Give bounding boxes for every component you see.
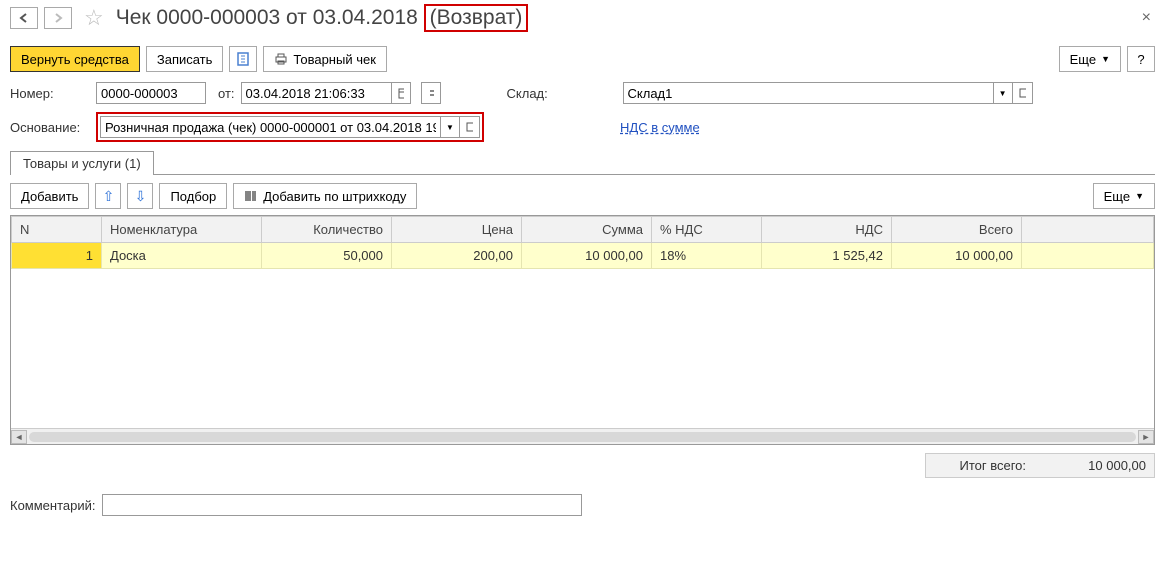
cell-sum[interactable]: 10 000,00 — [522, 243, 652, 269]
barcode-button[interactable]: Добавить по штрихкоду — [233, 183, 417, 209]
nav-back-button[interactable] — [10, 7, 38, 29]
open-icon — [1019, 88, 1026, 98]
close-button[interactable]: × — [1138, 9, 1155, 27]
nds-link[interactable]: НДС в сумме — [620, 120, 700, 135]
more-label: Еще — [1070, 52, 1096, 67]
move-up-button[interactable]: ⇧ — [95, 183, 121, 209]
chevron-down-icon: ▼ — [1101, 54, 1110, 64]
comment-row: Комментарий: — [10, 494, 1155, 516]
arrow-down-icon: ⇩ — [135, 188, 147, 205]
warehouse-label: Склад: — [507, 86, 567, 101]
col-vat-rate[interactable]: % НДС — [652, 217, 762, 243]
title-suffix-highlight: (Возврат) — [424, 4, 529, 32]
total-label: Итог всего: — [959, 458, 1026, 473]
warehouse-combo: ▼ — [623, 82, 1033, 104]
number-label: Номер: — [10, 86, 90, 101]
main-toolbar: Вернуть средства Записать Товарный чек Е… — [10, 46, 1155, 72]
page-title: Чек 0000-000003 от 03.04.2018 (Возврат) — [116, 4, 529, 32]
cell-n[interactable]: 1 — [12, 243, 102, 269]
scroll-left-button[interactable]: ◄ — [11, 430, 27, 444]
basis-input[interactable] — [100, 116, 440, 138]
scroll-track[interactable] — [29, 432, 1136, 442]
barcode-label: Добавить по штрихкоду — [263, 189, 406, 204]
comment-label: Комментарий: — [10, 498, 96, 513]
chevron-down-icon: ▼ — [999, 89, 1007, 98]
form-row-2: Основание: ▼ НДС в сумме — [10, 112, 1155, 142]
arrow-up-icon: ⇧ — [103, 188, 115, 205]
basis-label: Основание: — [10, 120, 90, 135]
cell-price[interactable]: 200,00 — [392, 243, 522, 269]
col-vat[interactable]: НДС — [762, 217, 892, 243]
number-input[interactable] — [96, 82, 206, 104]
printer-icon — [274, 52, 288, 66]
print-button[interactable]: Товарный чек — [263, 46, 386, 72]
refund-button[interactable]: Вернуть средства — [10, 46, 140, 72]
select-button[interactable]: Подбор — [159, 183, 227, 209]
header-row: ☆ Чек 0000-000003 от 03.04.2018 (Возврат… — [10, 4, 1155, 32]
basis-highlight: ▼ — [96, 112, 484, 142]
horizontal-scrollbar[interactable]: ◄ ► — [11, 428, 1154, 444]
date-input[interactable] — [241, 82, 391, 104]
col-sum[interactable]: Сумма — [522, 217, 652, 243]
warehouse-input[interactable] — [623, 82, 993, 104]
save-button[interactable]: Записать — [146, 46, 224, 72]
form-row-1: Номер: от: Склад: ▼ — [10, 82, 1155, 104]
favorite-star-icon[interactable]: ☆ — [84, 5, 104, 31]
move-down-button[interactable]: ⇩ — [127, 183, 153, 209]
chevron-down-icon: ▼ — [446, 123, 454, 132]
basis-open-button[interactable] — [460, 116, 480, 138]
col-item[interactable]: Номенклатура — [102, 217, 262, 243]
more-button[interactable]: Еще ▼ — [1059, 46, 1121, 72]
chevron-down-icon: ▼ — [1135, 191, 1144, 201]
post-document-icon[interactable] — [229, 46, 257, 72]
col-price[interactable]: Цена — [392, 217, 522, 243]
total-row: Итог всего: 10 000,00 — [925, 453, 1155, 478]
table-row[interactable]: 1 Доска 50,000 200,00 10 000,00 18% 1 52… — [12, 243, 1154, 269]
date-extra-button[interactable] — [421, 82, 441, 104]
sub-toolbar: Добавить ⇧ ⇩ Подбор Добавить по штрихкод… — [10, 183, 1155, 209]
table-header-row: N Номенклатура Количество Цена Сумма % Н… — [12, 217, 1154, 243]
help-button[interactable]: ? — [1127, 46, 1155, 72]
title-main: Чек 0000-000003 от 03.04.2018 — [116, 6, 418, 29]
open-icon — [466, 122, 473, 132]
tab-goods[interactable]: Товары и услуги (1) — [10, 151, 154, 175]
print-label: Товарный чек — [293, 52, 375, 67]
scroll-right-button[interactable]: ► — [1138, 430, 1154, 444]
cell-qty[interactable]: 50,000 — [262, 243, 392, 269]
col-qty[interactable]: Количество — [262, 217, 392, 243]
cell-vat[interactable]: 1 525,42 — [762, 243, 892, 269]
comment-input[interactable] — [102, 494, 582, 516]
barcode-icon — [244, 189, 258, 203]
total-value: 10 000,00 — [1036, 458, 1146, 473]
cell-vat-rate[interactable]: 18% — [652, 243, 762, 269]
tabbar: Товары и услуги (1) — [10, 150, 1155, 175]
col-total[interactable]: Всего — [892, 217, 1022, 243]
col-n[interactable]: N — [12, 217, 102, 243]
table-container[interactable]: N Номенклатура Количество Цена Сумма % Н… — [10, 215, 1155, 445]
nav-forward-button[interactable] — [44, 7, 72, 29]
cell-item[interactable]: Доска — [102, 243, 262, 269]
calendar-icon — [398, 87, 404, 99]
cell-total[interactable]: 10 000,00 — [892, 243, 1022, 269]
basis-dropdown-button[interactable]: ▼ — [440, 116, 460, 138]
items-table: N Номенклатура Количество Цена Сумма % Н… — [11, 216, 1154, 269]
sub-more-label: Еще — [1104, 189, 1130, 204]
warehouse-open-button[interactable] — [1013, 82, 1033, 104]
add-button[interactable]: Добавить — [10, 183, 89, 209]
basis-combo: ▼ — [100, 116, 480, 138]
warehouse-dropdown-button[interactable]: ▼ — [993, 82, 1013, 104]
from-label: от: — [218, 86, 235, 101]
calendar-button[interactable] — [391, 82, 411, 104]
col-extra[interactable] — [1022, 217, 1154, 243]
cell-extra[interactable] — [1022, 243, 1154, 269]
sub-more-button[interactable]: Еще ▼ — [1093, 183, 1155, 209]
date-combo — [241, 82, 411, 104]
